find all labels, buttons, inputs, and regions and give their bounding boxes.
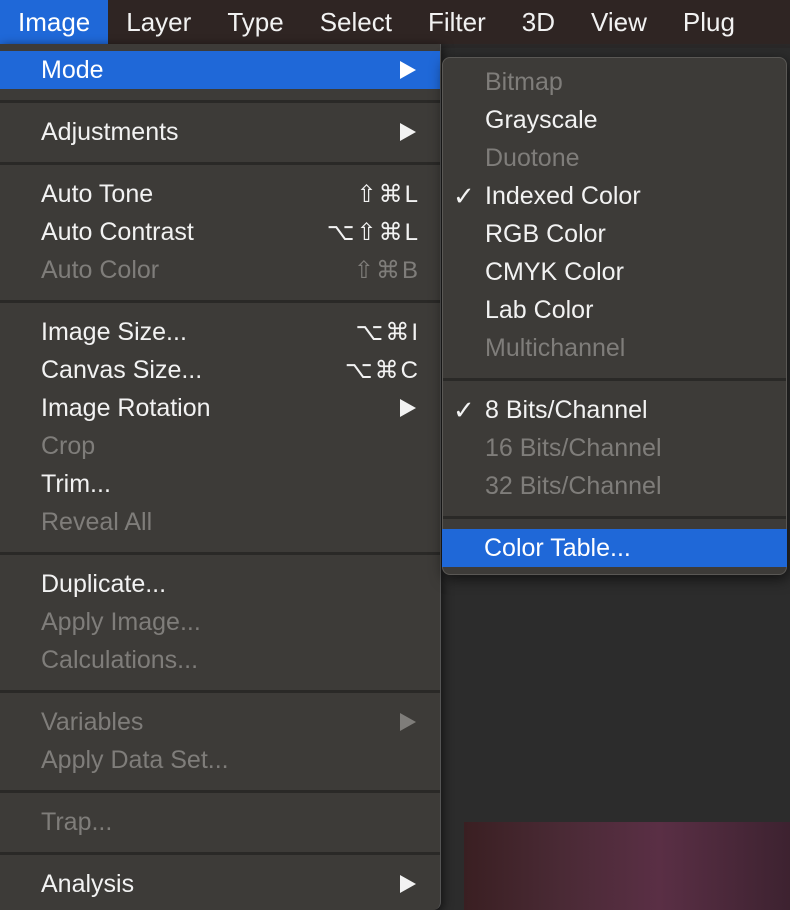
menu-item-image-size[interactable]: Image Size... ⌥⌘I bbox=[0, 313, 440, 351]
menu-separator bbox=[0, 690, 440, 693]
menu-item-label: CMYK Color bbox=[485, 257, 624, 286]
menu-separator bbox=[443, 378, 786, 381]
menu-item-label: Indexed Color bbox=[485, 181, 641, 210]
menu-item-label: Duplicate... bbox=[41, 569, 167, 598]
menu-item-label: Apply Image... bbox=[41, 607, 201, 636]
submenu-item-grayscale[interactable]: Grayscale bbox=[443, 101, 786, 139]
menu-item-label: Apply Data Set... bbox=[41, 745, 229, 774]
submenu-arrow-icon bbox=[400, 713, 416, 731]
menu-item-shortcut: ⇧⌘L bbox=[356, 180, 420, 208]
menu-item-shortcut: ⌥⌘I bbox=[355, 318, 420, 346]
menu-item-label: Analysis bbox=[41, 869, 135, 898]
menubar-filter[interactable]: Filter bbox=[410, 0, 504, 44]
menu-item-shortcut: ⌥⇧⌘L bbox=[326, 218, 420, 246]
submenu-arrow-icon bbox=[400, 399, 416, 417]
menubar-plugins[interactable]: Plug bbox=[665, 0, 753, 44]
menu-item-label: Crop bbox=[41, 431, 96, 460]
menu-item-label: Variables bbox=[41, 707, 144, 736]
menubar-type[interactable]: Type bbox=[209, 0, 301, 44]
menu-separator bbox=[0, 100, 440, 103]
menu-bar: Image Layer Type Select Filter 3D View P… bbox=[0, 0, 790, 44]
menu-item-label: 16 Bits/Channel bbox=[485, 433, 662, 462]
menu-item-shortcut: ⇧⌘B bbox=[353, 256, 420, 284]
menu-item-label: Trim... bbox=[41, 469, 111, 498]
checkmark-icon: ✓ bbox=[453, 180, 475, 211]
menu-item-trim[interactable]: Trim... bbox=[0, 465, 440, 503]
menu-item-label: Grayscale bbox=[485, 105, 598, 134]
submenu-item-8-bits[interactable]: ✓ 8 Bits/Channel bbox=[443, 391, 786, 429]
image-menu: Mode Adjustments Auto Tone ⇧⌘L Auto Cont… bbox=[0, 44, 441, 910]
checkmark-icon: ✓ bbox=[453, 394, 475, 425]
menu-separator bbox=[0, 162, 440, 165]
menubar-select[interactable]: Select bbox=[302, 0, 410, 44]
menu-item-crop: Crop bbox=[0, 427, 440, 465]
submenu-item-rgb-color[interactable]: RGB Color bbox=[443, 215, 786, 253]
menu-item-label: Duotone bbox=[485, 143, 580, 172]
menu-item-label: Image Size... bbox=[41, 317, 187, 346]
menu-item-canvas-size[interactable]: Canvas Size... ⌥⌘C bbox=[0, 351, 440, 389]
menu-item-mode[interactable]: Mode bbox=[0, 51, 440, 89]
menu-separator bbox=[443, 516, 786, 519]
menu-item-label: Lab Color bbox=[485, 295, 594, 324]
submenu-item-lab-color[interactable]: Lab Color bbox=[443, 291, 786, 329]
menu-item-variables: Variables bbox=[0, 703, 440, 741]
submenu-item-multichannel: Multichannel bbox=[443, 329, 786, 367]
menu-item-label: 8 Bits/Channel bbox=[485, 395, 648, 424]
submenu-item-color-table[interactable]: Color Table... bbox=[442, 529, 787, 567]
submenu-item-bitmap: Bitmap bbox=[443, 63, 786, 101]
menu-separator bbox=[0, 552, 440, 555]
menu-item-shortcut: ⌥⌘C bbox=[345, 356, 420, 384]
submenu-item-32-bits: 32 Bits/Channel bbox=[443, 467, 786, 505]
menu-item-reveal-all: Reveal All bbox=[0, 503, 440, 541]
menu-item-label: Auto Contrast bbox=[41, 217, 194, 246]
menubar-3d[interactable]: 3D bbox=[504, 0, 573, 44]
submenu-item-indexed-color[interactable]: ✓ Indexed Color bbox=[443, 177, 786, 215]
menu-item-label: Trap... bbox=[41, 807, 113, 836]
mode-submenu: Bitmap Grayscale Duotone ✓ Indexed Color… bbox=[442, 57, 787, 575]
submenu-item-cmyk-color[interactable]: CMYK Color bbox=[443, 253, 786, 291]
menubar-image[interactable]: Image bbox=[0, 0, 109, 44]
canvas-image bbox=[464, 822, 790, 910]
menu-item-label: Calculations... bbox=[41, 645, 199, 674]
menu-item-calculations: Calculations... bbox=[0, 641, 440, 679]
menu-item-label: Auto Tone bbox=[41, 179, 154, 208]
submenu-arrow-icon bbox=[400, 61, 416, 79]
submenu-arrow-icon bbox=[400, 875, 416, 893]
menu-item-image-rotation[interactable]: Image Rotation bbox=[0, 389, 440, 427]
submenu-item-16-bits: 16 Bits/Channel bbox=[443, 429, 786, 467]
menu-item-auto-tone[interactable]: Auto Tone ⇧⌘L bbox=[0, 175, 440, 213]
menu-item-apply-data-set: Apply Data Set... bbox=[0, 741, 440, 779]
menu-separator bbox=[0, 790, 440, 793]
menu-item-label: Color Table... bbox=[484, 533, 631, 562]
menu-item-auto-contrast[interactable]: Auto Contrast ⌥⇧⌘L bbox=[0, 213, 440, 251]
menu-separator bbox=[0, 300, 440, 303]
menu-item-label: Image Rotation bbox=[41, 393, 211, 422]
menu-item-label: RGB Color bbox=[485, 219, 606, 248]
menu-item-apply-image: Apply Image... bbox=[0, 603, 440, 641]
menu-separator bbox=[0, 852, 440, 855]
menubar-layer[interactable]: Layer bbox=[108, 0, 209, 44]
menu-item-duplicate[interactable]: Duplicate... bbox=[0, 565, 440, 603]
menu-item-label: Mode bbox=[41, 55, 104, 84]
submenu-item-duotone: Duotone bbox=[443, 139, 786, 177]
submenu-arrow-icon bbox=[400, 123, 416, 141]
menu-item-label: Adjustments bbox=[41, 117, 179, 146]
menu-item-label: 32 Bits/Channel bbox=[485, 471, 662, 500]
menu-item-label: Auto Color bbox=[41, 255, 160, 284]
menu-item-label: Reveal All bbox=[41, 507, 153, 536]
menu-item-label: Canvas Size... bbox=[41, 355, 203, 384]
menu-item-label: Bitmap bbox=[485, 67, 563, 96]
menu-item-auto-color: Auto Color ⇧⌘B bbox=[0, 251, 440, 289]
menu-item-label: Multichannel bbox=[485, 333, 626, 362]
menu-item-trap: Trap... bbox=[0, 803, 440, 841]
menubar-view[interactable]: View bbox=[573, 0, 665, 44]
menu-item-analysis[interactable]: Analysis bbox=[0, 865, 440, 903]
menu-item-adjustments[interactable]: Adjustments bbox=[0, 113, 440, 151]
